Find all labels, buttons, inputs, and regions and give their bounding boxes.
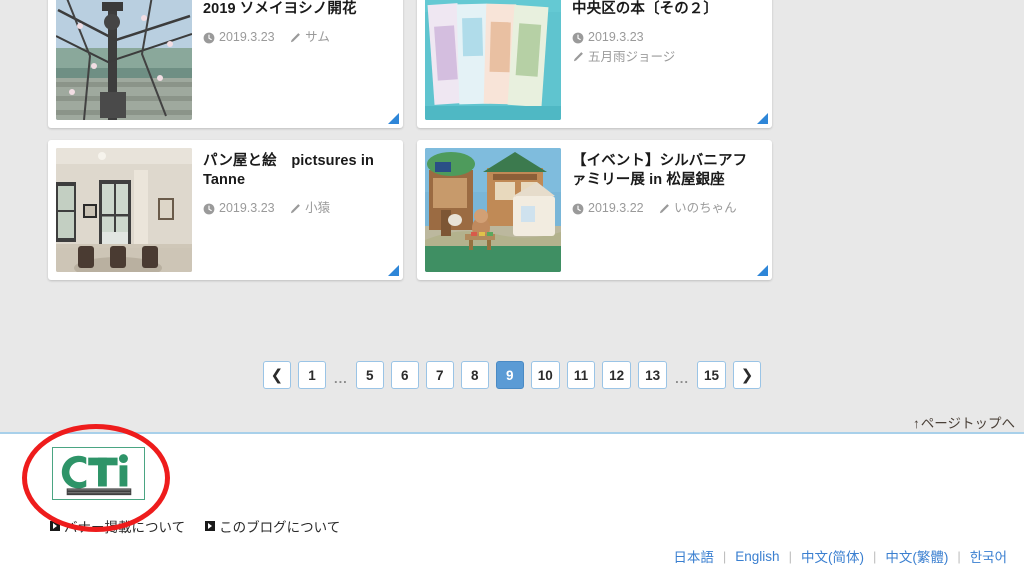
- post-title: 【イベント】シルバニアファミリー展 in 松屋銀座: [572, 153, 748, 189]
- post-row: 2019 ソメイヨシノ開花 2019.3.23 サム 中央区の本〔その２〕 20…: [48, 0, 772, 128]
- pagination-prev-button[interactable]: ❮: [262, 361, 291, 389]
- language-switcher: 日本語 | English | 中文(简体) | 中文(繁體) | 한국어: [664, 546, 1016, 566]
- pagination-page-13[interactable]: 13: [638, 361, 668, 389]
- post-card[interactable]: 中央区の本〔その２〕 2019.3.23 五月雨ジョージ: [417, 0, 772, 128]
- clock-icon: [572, 203, 584, 215]
- post-card-body: 【イベント】シルバニアファミリー展 in 松屋銀座 2019.3.22 いのちゃ…: [561, 148, 764, 272]
- pagination-ellipsis-left: ...: [333, 370, 348, 386]
- pencil-icon: [572, 51, 584, 63]
- pagination-ellipsis-right: ...: [675, 370, 690, 386]
- cti-footer-logo[interactable]: [52, 447, 145, 500]
- post-date: 2019.3.23: [203, 199, 275, 218]
- post-date-text: 2019.3.23: [588, 30, 644, 45]
- page-top-link[interactable]: ↑ページトップへ: [913, 412, 1015, 432]
- lang-english[interactable]: English: [726, 549, 788, 564]
- card-corner-triangle-icon: [388, 265, 399, 276]
- post-card-grid: 2019 ソメイヨシノ開花 2019.3.23 サム 中央区の本〔その２〕 20…: [48, 0, 772, 292]
- post-author: サム: [289, 28, 330, 47]
- post-date-text: 2019.3.23: [219, 30, 275, 45]
- post-card-body: パン屋と絵 pictsures in Tanne 2019.3.23 小猿: [192, 148, 395, 272]
- pagination-page-7[interactable]: 7: [425, 361, 454, 389]
- post-thumbnail: [56, 148, 192, 272]
- site-footer: バナー掲載について このブログについて 日本語 | English | 中文(简…: [0, 432, 1024, 576]
- post-card-body: 2019 ソメイヨシノ開花 2019.3.23 サム: [192, 0, 395, 120]
- pagination-page-8[interactable]: 8: [460, 361, 489, 389]
- clock-icon: [203, 32, 215, 44]
- post-date-text: 2019.3.22: [588, 201, 644, 216]
- pencil-icon: [289, 32, 301, 44]
- card-corner-triangle-icon: [388, 113, 399, 124]
- post-author: 五月雨ジョージ: [572, 48, 675, 67]
- post-date: 2019.3.23: [203, 28, 275, 47]
- post-date-text: 2019.3.23: [219, 201, 275, 216]
- card-corner-triangle-icon: [757, 113, 768, 124]
- card-corner-triangle-icon: [757, 265, 768, 276]
- pagination-next-button[interactable]: ❯: [733, 361, 762, 389]
- lang-chinese-simplified[interactable]: 中文(简体): [792, 546, 873, 566]
- play-triangle-bullet-icon: [205, 521, 216, 531]
- pencil-icon: [289, 203, 301, 215]
- pencil-icon: [658, 203, 670, 215]
- post-thumbnail: [425, 148, 561, 272]
- post-author-text: 小猿: [305, 201, 331, 216]
- post-card[interactable]: 2019 ソメイヨシノ開花 2019.3.23 サム: [48, 0, 403, 128]
- footer-link-about-blog-label: このブログについて: [219, 520, 341, 535]
- pagination-page-5[interactable]: 5: [355, 361, 384, 389]
- lang-japanese[interactable]: 日本語: [664, 546, 723, 566]
- post-author: いのちゃん: [658, 199, 737, 218]
- post-card[interactable]: パン屋と絵 pictsures in Tanne 2019.3.23 小猿: [48, 140, 403, 280]
- post-author-text: 五月雨ジョージ: [588, 49, 676, 64]
- footer-link-banner-label: バナー掲載について: [64, 520, 186, 535]
- post-date: 2019.3.22: [572, 199, 644, 218]
- post-meta: 2019.3.23 小猿: [203, 199, 389, 218]
- post-author-text: いのちゃん: [674, 201, 737, 216]
- post-author-text: サム: [305, 30, 330, 45]
- post-meta: 2019.3.23 サム: [203, 28, 389, 47]
- post-title: 中央区の本〔その２〕: [572, 1, 718, 17]
- post-card[interactable]: 【イベント】シルバニアファミリー展 in 松屋銀座 2019.3.22 いのちゃ…: [417, 140, 772, 280]
- pagination-page-15[interactable]: 15: [697, 361, 727, 389]
- footer-link-list: バナー掲載について このブログについて: [50, 516, 340, 536]
- pagination-page-9-current[interactable]: 9: [495, 361, 524, 389]
- lang-chinese-traditional[interactable]: 中文(繁體): [876, 546, 957, 566]
- clock-icon: [203, 203, 215, 215]
- page-top-label: ページトップへ: [920, 416, 1015, 431]
- post-author: 小猿: [289, 199, 330, 218]
- post-meta: 2019.3.22 いのちゃん: [572, 199, 758, 218]
- clock-icon: [572, 32, 584, 44]
- post-thumbnail: [425, 0, 561, 120]
- post-card-body: 中央区の本〔その２〕 2019.3.23 五月雨ジョージ: [561, 0, 764, 120]
- pagination: ❮ 1 ... 5 6 7 8 9 10 11 12 13 ... 15 ❯: [0, 361, 1024, 389]
- blog-archive-page: 2019 ソメイヨシノ開花 2019.3.23 サム 中央区の本〔その２〕 20…: [0, 0, 1024, 576]
- post-date: 2019.3.23: [572, 28, 644, 47]
- play-triangle-bullet-icon: [50, 521, 60, 531]
- arrow-up-icon: ↑: [913, 416, 920, 431]
- footer-link-about-blog[interactable]: このブログについて: [205, 516, 340, 536]
- pagination-page-1[interactable]: 1: [297, 361, 326, 389]
- pagination-page-10[interactable]: 10: [530, 361, 560, 389]
- lang-korean[interactable]: 한국어: [961, 546, 1016, 566]
- post-title: パン屋と絵 pictsures in Tanne: [203, 153, 374, 189]
- post-title: 2019 ソメイヨシノ開花: [203, 1, 357, 17]
- pagination-page-6[interactable]: 6: [390, 361, 419, 389]
- post-row: パン屋と絵 pictsures in Tanne 2019.3.23 小猿 【イ…: [48, 140, 772, 280]
- post-thumbnail: [56, 0, 192, 120]
- pagination-page-11[interactable]: 11: [566, 361, 596, 389]
- pagination-page-12[interactable]: 12: [602, 361, 632, 389]
- post-meta: 2019.3.23 五月雨ジョージ: [572, 28, 758, 67]
- footer-link-banner[interactable]: バナー掲載について: [50, 516, 185, 536]
